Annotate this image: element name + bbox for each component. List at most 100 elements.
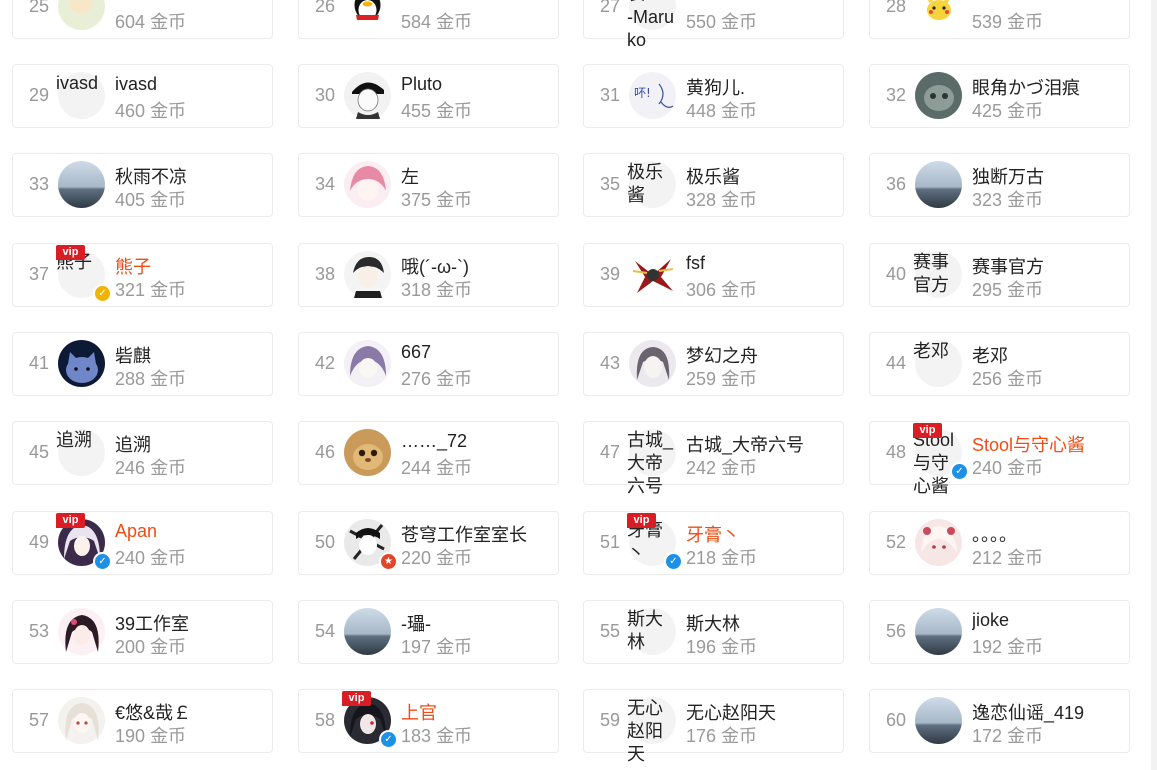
coin-value: 183: [401, 726, 432, 746]
coin-value: 190: [115, 726, 146, 746]
coin-value: 172: [972, 726, 1003, 746]
avatar[interactable]: [344, 161, 391, 208]
leaderboard-card[interactable]: 37 熊子 vip ✓ 熊子 321 金币: [12, 243, 273, 307]
avatar[interactable]: 无心 赵阳 天: [627, 697, 676, 764]
leaderboard-card[interactable]: 39 fsf 306 金币: [583, 243, 844, 307]
leaderboard-card[interactable]: 52。。。。 212 金币: [869, 511, 1130, 575]
leaderboard-card[interactable]: 45 追溯 追溯 246 金币: [12, 421, 273, 485]
coin-unit: 金币: [436, 637, 473, 657]
vip-badge: vip: [56, 245, 85, 260]
leaderboard-card[interactable]: 35 极乐 酱极乐酱 328 金币: [583, 153, 844, 217]
leaderboard-card[interactable]: 55 斯大 林斯大林 196 金币: [583, 600, 844, 664]
avatar[interactable]: [344, 251, 391, 298]
leaderboard-card[interactable]: 56 jioke 192 金币: [869, 600, 1130, 664]
leaderboard-card[interactable]: 47 古城_ 大帝 六号 古城_大帝六号 242 金币: [583, 421, 844, 496]
leaderboard-card[interactable]: 41 砦麒 288 金币: [12, 332, 273, 396]
leaderboard-card[interactable]: 33 秋雨不凉 405 金币: [12, 153, 273, 217]
verified-badge-icon: ✓: [950, 462, 969, 481]
avatar[interactable]: 熊子 vip ✓: [56, 245, 112, 303]
leaderboard-card[interactable]: 27 长 -Maruko 550 金币: [583, 0, 844, 50]
leaderboard-card[interactable]: 44 老邓 老邓 256 金币: [869, 332, 1130, 396]
leaderboard-card[interactable]: 36 独断万古 323 金币: [869, 153, 1130, 217]
leaderboard-card[interactable]: 59 无心 赵阳 天无心赵阳天 176 金币: [583, 689, 844, 764]
leaderboard-card[interactable]: 53 39工作室 200 金币: [12, 600, 273, 664]
avatar[interactable]: [58, 161, 105, 208]
coin-unit: 金币: [150, 190, 187, 210]
user-name[interactable]: Apan: [115, 521, 265, 542]
leaderboard-card[interactable]: 28 539 金币: [869, 0, 1130, 39]
coin-count: 259 金币: [686, 365, 757, 391]
avatar[interactable]: 追溯: [56, 429, 105, 476]
user-name[interactable]: jioke: [972, 610, 1122, 631]
avatar[interactable]: [915, 72, 962, 119]
avatar[interactable]: [629, 251, 676, 298]
avatar[interactable]: [58, 608, 105, 655]
leaderboard-card[interactable]: 31 吥! 黄狗儿. 448 金币: [583, 64, 844, 128]
coin-value: 240: [115, 548, 146, 568]
user-name[interactable]: ……_72: [401, 431, 551, 452]
coin-unit: 金币: [1007, 12, 1044, 32]
leaderboard-card[interactable]: 49 vip ✓ Apan 240 金币: [12, 511, 273, 575]
coin-count: 246 金币: [115, 454, 186, 480]
rank-number: 44: [886, 353, 907, 373]
leaderboard-card[interactable]: 42 667 276 金币: [298, 332, 559, 396]
coin-unit: 金币: [436, 280, 473, 300]
avatar[interactable]: [915, 0, 962, 30]
avatar[interactable]: [58, 340, 105, 387]
user-name[interactable]: 667: [401, 342, 551, 363]
avatar[interactable]: [344, 72, 391, 119]
avatar[interactable]: 极乐 酱: [627, 161, 676, 208]
avatar[interactable]: [915, 608, 962, 655]
avatar[interactable]: 吥!: [629, 72, 676, 119]
avatar[interactable]: Stool 与守 心酱 vip ✓: [913, 423, 969, 496]
avatar[interactable]: [344, 0, 391, 30]
leaderboard-card[interactable]: 30 Pluto 455 金币: [298, 64, 559, 128]
avatar[interactable]: [915, 697, 962, 744]
leaderboard-card[interactable]: 32 眼角かづ泪痕 425 金币: [869, 64, 1130, 128]
leaderboard-card[interactable]: 58 vip ✓ 上官 183 金币: [298, 689, 559, 753]
leaderboard-card[interactable]: 43 梦幻之舟 259 金币: [583, 332, 844, 396]
leaderboard-card[interactable]: 54 -瓃- 197 金币: [298, 600, 559, 664]
user-name[interactable]: ivasd: [115, 74, 265, 95]
leaderboard-card[interactable]: 50 ★ 苍穹工作室室长 220 金币: [298, 511, 559, 575]
avatar[interactable]: [344, 608, 391, 655]
leaderboard-card[interactable]: 57 €悠&哉￡ 190 金币: [12, 689, 273, 753]
coin-value: 244: [401, 458, 432, 478]
leaderboard-card[interactable]: 46 ……_72 244 金币: [298, 421, 559, 485]
avatar[interactable]: [58, 697, 105, 744]
avatar[interactable]: vip ✓: [56, 513, 112, 571]
coin-count: 276 金币: [401, 365, 472, 391]
avatar[interactable]: 老邓: [913, 340, 962, 387]
avatar[interactable]: 古城_ 大帝 六号: [627, 429, 676, 496]
avatar[interactable]: vip ✓: [342, 691, 398, 749]
leaderboard-card[interactable]: 60 逸恋仙谣_419 172 金币: [869, 689, 1130, 753]
scrollbar[interactable]: [1151, 0, 1157, 770]
avatar[interactable]: 赛事 官方: [913, 251, 962, 298]
avatar[interactable]: ★: [344, 519, 398, 571]
leaderboard-card[interactable]: 38 哦(´-ω-`) 318 金币: [298, 243, 559, 307]
leaderboard-card[interactable]: 40 赛事 官方 赛事官方 295 金币: [869, 243, 1130, 307]
leaderboard-card[interactable]: 48 Stool 与守 心酱 vip ✓ Stool与守心酱 240 金币: [869, 421, 1130, 496]
avatar[interactable]: [915, 161, 962, 208]
leaderboard-card[interactable]: 26 584 金币: [298, 0, 559, 39]
avatar[interactable]: 长 -Maruko: [627, 0, 676, 50]
coin-count: 539 金币: [972, 8, 1043, 34]
avatar[interactable]: [344, 340, 391, 387]
leaderboard-card[interactable]: 29 ivasd ivasd 460 金币: [12, 64, 273, 128]
avatar[interactable]: [58, 0, 105, 30]
coin-value: 212: [972, 548, 1003, 568]
user-name[interactable]: fsf: [686, 253, 836, 274]
leaderboard-card[interactable]: 34 左 375 金币: [298, 153, 559, 217]
pink-anime-avatar-image: [915, 519, 962, 566]
avatar[interactable]: 牙膏 丶 vip ✓: [627, 513, 683, 571]
leaderboard-card[interactable]: 51 牙膏 丶 vip ✓ 牙膏丶 218 金币: [583, 511, 844, 575]
coin-value: 375: [401, 190, 432, 210]
avatar[interactable]: 斯大 林: [627, 608, 676, 655]
user-name[interactable]: Pluto: [401, 74, 551, 95]
avatar[interactable]: [629, 340, 676, 387]
leaderboard-card[interactable]: 25 604 金币: [12, 0, 273, 39]
avatar[interactable]: [915, 519, 962, 566]
avatar-text: 老邓: [913, 341, 949, 361]
avatar[interactable]: ivasd: [56, 72, 105, 119]
avatar[interactable]: [344, 429, 391, 476]
